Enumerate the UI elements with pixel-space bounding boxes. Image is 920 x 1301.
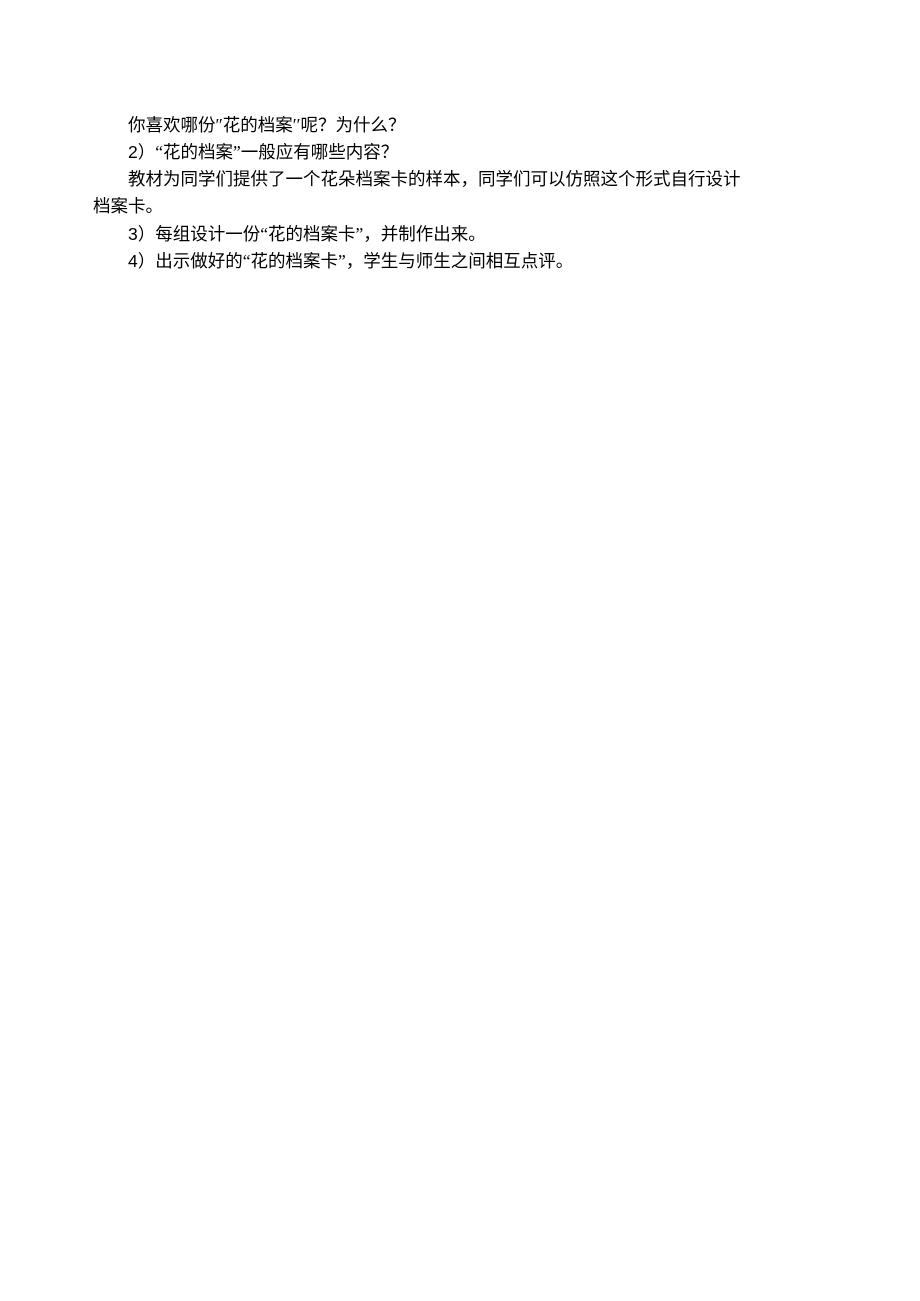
document-body: 你喜欢哪份″花的档案′′呢？为什么？ 2）“花的档案”一般应有哪些内容？ 教材为…: [93, 112, 827, 275]
text-line-1: 你喜欢哪份″花的档案′′呢？为什么？: [93, 112, 827, 139]
item-text-4: ）出示做好的“花的档案卡”，学生与师生之间相互点评。: [138, 251, 574, 271]
item-number-2: 2: [128, 142, 138, 162]
item-text-3: ）每组设计一份“花的档案卡”，并制作出来。: [138, 224, 486, 244]
item-text-2: ）“花的档案”一般应有哪些内容？: [138, 142, 399, 162]
text-line-4: 档案卡。: [93, 193, 827, 220]
item-number-3: 3: [128, 224, 138, 244]
item-number-4: 4: [128, 251, 138, 271]
text-line-6: 4）出示做好的“花的档案卡”，学生与师生之间相互点评。: [93, 248, 827, 275]
text-line-5: 3）每组设计一份“花的档案卡”，并制作出来。: [93, 221, 827, 248]
text-line-3: 教材为同学们提供了一个花朵档案卡的样本，同学们可以仿照这个形式自行设计: [93, 166, 827, 193]
text-line-2: 2）“花的档案”一般应有哪些内容？: [93, 139, 827, 166]
